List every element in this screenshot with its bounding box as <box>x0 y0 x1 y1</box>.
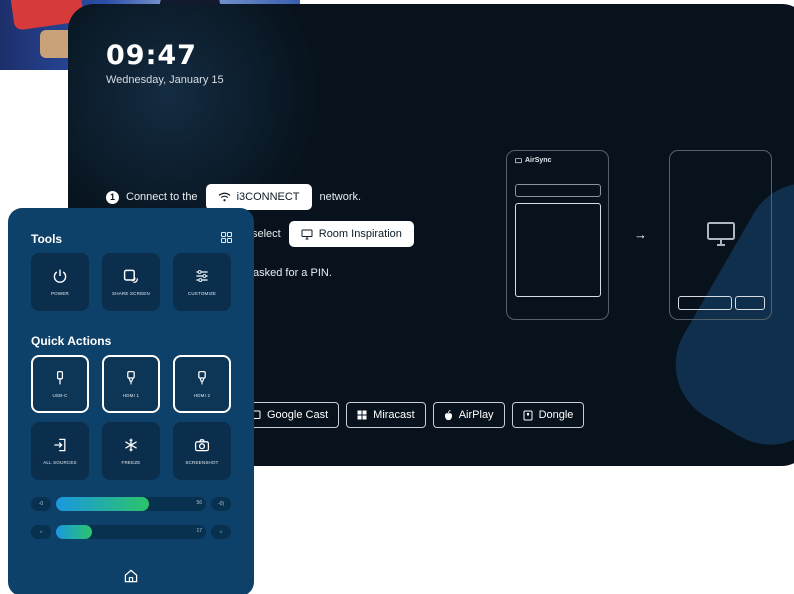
tool-power[interactable]: POWER <box>31 253 89 311</box>
phone-content-placeholder <box>515 203 601 297</box>
quick-all-sources[interactable]: ALL SOURCES <box>31 422 89 480</box>
quick-hdmi-1[interactable]: HDMI 1 <box>102 355 160 413</box>
tool-label: CUSTOMIZE <box>187 291 217 296</box>
volume-slider-row: -0 56 -0) <box>31 497 231 511</box>
display-button-placeholder <box>735 296 765 310</box>
camera-icon <box>194 439 210 452</box>
home-icon[interactable] <box>123 568 139 584</box>
quick-label: HDMI 1 <box>122 393 140 398</box>
volume-slider[interactable]: 56 <box>56 497 206 511</box>
brightness-down-button[interactable]: ☼ <box>31 525 51 539</box>
quick-screenshot[interactable]: SCREENSHOT <box>173 422 231 480</box>
step-number: 1 <box>106 190 119 204</box>
quick-actions-title: Quick Actions <box>31 334 112 348</box>
snowflake-icon <box>125 438 137 452</box>
airsync-icon <box>515 157 522 163</box>
power-icon <box>53 269 67 283</box>
quick-label: HDMI 2 <box>193 393 211 398</box>
room-pill[interactable]: Room Inspiration <box>288 221 414 247</box>
quick-hdmi-2[interactable]: HDMI 2 <box>173 355 231 413</box>
tool-label: SHARE SCREEN <box>112 291 150 296</box>
method-airplay[interactable]: AirPlay <box>432 402 505 428</box>
quick-freeze[interactable]: FREEZE <box>102 422 160 480</box>
stage: 09:47 Wednesday, January 15 1 Connect to… <box>0 0 794 594</box>
hdmi-icon <box>127 370 135 385</box>
step-2: select Room Inspiration <box>252 221 422 247</box>
tools-title: Tools <box>31 232 63 246</box>
dongle-icon <box>523 410 533 420</box>
volume-fill <box>56 497 149 511</box>
display-button-placeholder <box>678 296 732 310</box>
method-dongle[interactable]: Dongle <box>511 402 585 428</box>
step-2-prefix: select <box>252 228 281 240</box>
wifi-icon <box>218 192 230 202</box>
step-3: asked for a PIN. <box>253 267 332 279</box>
share-screen-icon <box>123 269 138 283</box>
clock-time: 09:47 <box>106 40 197 71</box>
step-1-prefix: Connect to the <box>126 191 198 203</box>
method-label: Miracast <box>373 409 415 421</box>
brightness-slider[interactable]: 17 <box>56 525 206 539</box>
arrow-icon: → <box>634 227 647 242</box>
grid-icon[interactable] <box>221 232 232 243</box>
clock-date: Wednesday, January 15 <box>106 74 224 86</box>
brightness-up-button[interactable]: ☼ <box>211 525 231 539</box>
casting-methods: Google Cast Miracast AirPlay Dongle <box>238 402 585 428</box>
tools-panel: Tools POWER SHARE SCREEN CUSTOMIZE Quick… <box>8 208 254 594</box>
brightness-value: 17 <box>196 528 202 534</box>
volume-down-button[interactable]: -0 <box>31 497 51 511</box>
monitor-icon <box>707 222 735 246</box>
network-pill[interactable]: i3CONNECT <box>205 184 312 210</box>
monitor-icon <box>301 229 313 239</box>
display-diagram <box>669 150 772 320</box>
windows-icon <box>357 410 367 420</box>
step-1-suffix: network. <box>319 191 362 203</box>
brightness-slider-row: ☼ 17 ☼ <box>31 525 231 539</box>
phone-app-name: AirSync <box>525 157 552 164</box>
quick-usb-c[interactable]: USB-C <box>31 355 89 413</box>
tool-customize[interactable]: CUSTOMIZE <box>173 253 231 311</box>
sliders-icon <box>196 270 208 282</box>
quick-label: USB-C <box>52 393 68 398</box>
network-name: i3CONNECT <box>236 191 300 203</box>
input-icon <box>54 438 66 452</box>
room-name: Room Inspiration <box>318 228 402 240</box>
step-1: 1 Connect to the i3CONNECT network. <box>106 184 361 210</box>
volume-up-button[interactable]: -0) <box>211 497 231 511</box>
quick-label: ALL SOURCES <box>43 460 77 465</box>
phone-input-placeholder <box>515 184 601 197</box>
volume-value: 56 <box>196 500 202 506</box>
method-label: Google Cast <box>267 409 329 421</box>
brightness-fill <box>56 525 92 539</box>
phone-diagram: AirSync <box>506 150 609 320</box>
tool-label: POWER <box>50 291 69 296</box>
quick-label: SCREENSHOT <box>185 460 219 465</box>
quick-label: FREEZE <box>121 460 141 465</box>
phone-app-title: AirSync <box>515 157 551 164</box>
method-miracast[interactable]: Miracast <box>346 402 426 428</box>
tool-share-screen[interactable]: SHARE SCREEN <box>102 253 160 311</box>
method-label: AirPlay <box>458 409 494 421</box>
step-3-text: asked for a PIN. <box>253 267 332 279</box>
apple-icon <box>444 409 452 420</box>
method-label: Dongle <box>538 409 574 421</box>
hdmi-icon <box>198 370 206 385</box>
usb-icon <box>56 370 64 385</box>
